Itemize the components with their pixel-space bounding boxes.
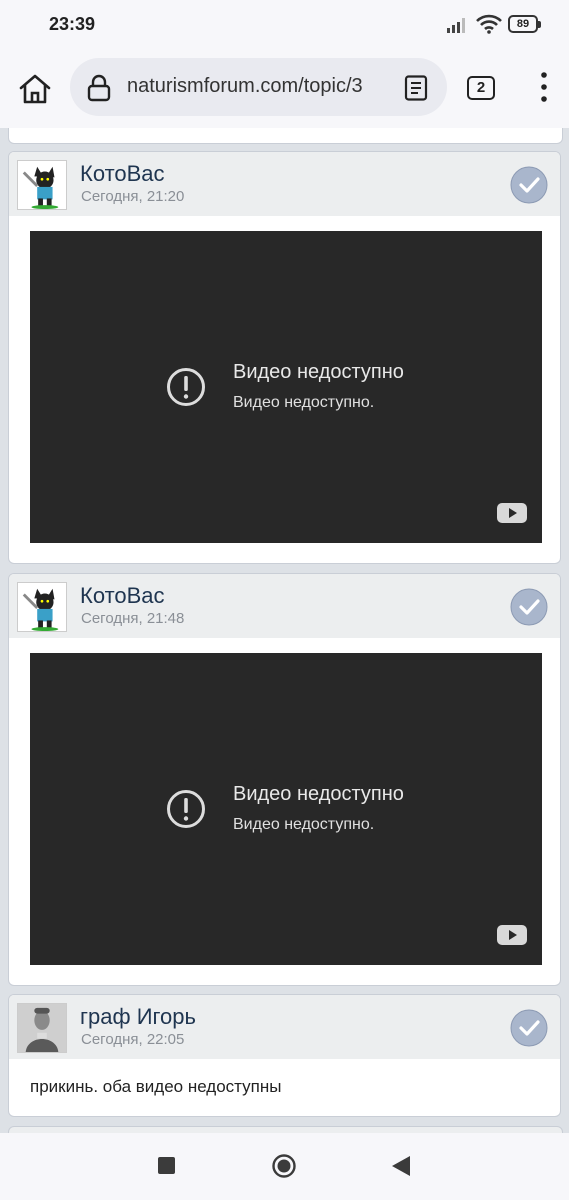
video-player[interactable]: Видео недоступно Видео недоступно. (30, 653, 542, 965)
avatar[interactable] (17, 582, 67, 632)
video-error-subtitle: Видео недоступно. (233, 816, 375, 833)
check-icon[interactable] (510, 588, 548, 626)
status-bar: 23:39 89 (0, 0, 569, 50)
video-player[interactable]: Видео недоступно Видео недоступно. (30, 231, 542, 543)
navigation-bar (0, 1133, 569, 1200)
wifi-icon (476, 14, 502, 34)
error-icon (167, 790, 205, 828)
post-header: КотоВас Сегодня, 21:20 (9, 152, 560, 216)
post-author[interactable]: граф Игорь (80, 1004, 196, 1030)
post-time: Сегодня, 21:20 (81, 188, 185, 205)
back-button[interactable] (391, 1155, 411, 1177)
battery-icon: 89 (508, 15, 541, 33)
error-icon (167, 368, 205, 406)
home-icon[interactable] (16, 70, 54, 108)
post-text: прикинь. оба видео недоступны (30, 1077, 282, 1096)
portrait-avatar-icon (18, 1004, 66, 1052)
youtube-icon[interactable] (497, 924, 527, 946)
signal-icon (447, 18, 465, 33)
check-icon[interactable] (510, 1009, 548, 1047)
reader-mode-icon[interactable] (404, 75, 430, 101)
cat-avatar-icon (18, 583, 66, 631)
lock-icon[interactable] (86, 74, 112, 102)
forum-page: КотоВас Сегодня, 21:20 Видео недоступно … (0, 128, 569, 1133)
video-error-title: Видео недоступно (233, 783, 404, 805)
forum-post: КотоВас Сегодня, 21:48 Видео недоступно … (8, 573, 561, 986)
post-header: граф Игорь Сегодня, 22:05 (9, 995, 560, 1059)
post-time: Сегодня, 21:48 (81, 610, 185, 627)
post-header: КотоВас Сегодня, 21:48 (9, 574, 560, 638)
more-menu-icon[interactable] (534, 70, 554, 104)
recents-button[interactable] (158, 1157, 175, 1174)
status-time: 23:39 (49, 14, 96, 34)
post-author[interactable]: КотоВас (80, 583, 165, 609)
video-error-title: Видео недоступно (233, 361, 404, 383)
video-error-subtitle: Видео недоступно. (233, 394, 375, 411)
forum-post: КотоВас Сегодня, 21:20 Видео недоступно … (8, 151, 561, 564)
cat-avatar-icon (18, 161, 66, 209)
avatar[interactable] (17, 1003, 67, 1053)
avatar[interactable] (17, 160, 67, 210)
forum-post: граф Игорь Сегодня, 22:05 прикинь. оба в… (8, 994, 561, 1117)
post-author[interactable]: КотоВас (80, 161, 165, 187)
previous-post-tail (8, 128, 563, 144)
home-button[interactable] (272, 1154, 296, 1178)
tabs-count-button[interactable]: 2 (467, 76, 495, 100)
youtube-icon[interactable] (497, 502, 527, 524)
post-time: Сегодня, 22:05 (81, 1031, 185, 1048)
url-text[interactable]: naturismforum.com/topic/3 (127, 75, 387, 98)
next-post-peek (8, 1126, 563, 1133)
address-bar[interactable]: naturismforum.com/topic/3 (70, 58, 447, 116)
browser-toolbar: naturismforum.com/topic/3 2 (0, 50, 569, 128)
check-icon[interactable] (510, 166, 548, 204)
